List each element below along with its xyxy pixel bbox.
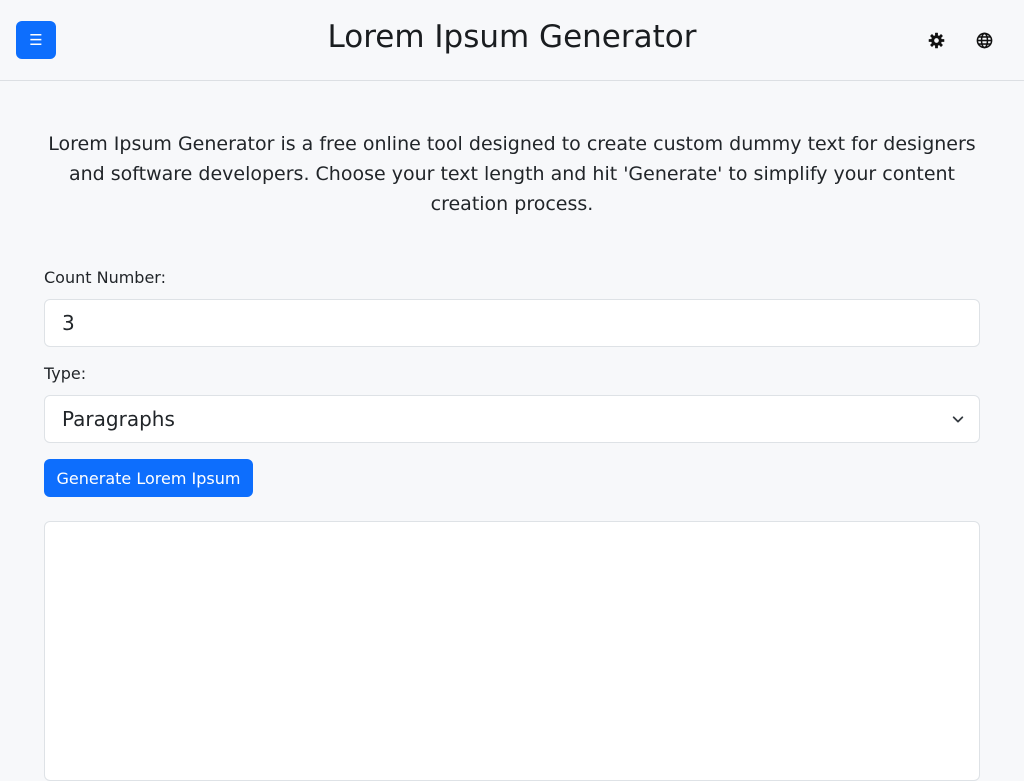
theme-toggle-button[interactable] [924, 28, 948, 52]
chevron-down-icon [952, 416, 964, 423]
globe-icon [976, 32, 992, 48]
page-title: Lorem Ipsum Generator [327, 19, 697, 55]
intro-description: Lorem Ipsum Generator is a free online t… [48, 133, 976, 215]
gear-icon [928, 32, 944, 48]
language-button[interactable] [972, 28, 996, 52]
count-input[interactable]: 3 [44, 299, 980, 347]
type-select[interactable]: Paragraphs [44, 395, 980, 443]
app-header: ☰ Lorem Ipsum Generator [0, 0, 1024, 81]
generate-button[interactable]: Generate Lorem Ipsum [44, 459, 253, 497]
type-selected-value: Paragraphs [62, 407, 175, 431]
output-textarea[interactable] [44, 521, 980, 781]
count-label: Count Number: [44, 268, 166, 287]
type-label: Type: [44, 364, 87, 383]
